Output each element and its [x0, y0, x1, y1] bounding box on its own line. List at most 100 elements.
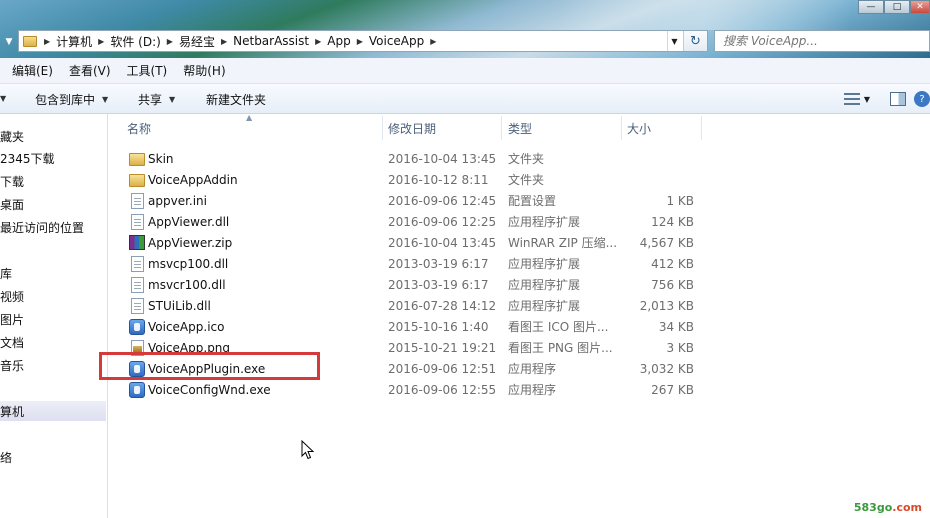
breadcrumb-yijingbao[interactable]: 易经宝 — [176, 31, 218, 51]
file-size: 4,567 KB — [639, 235, 694, 250]
nav-item-computer[interactable]: 算机 — [0, 401, 106, 421]
share-label: 共享 — [138, 92, 163, 107]
file-row-voiceapp-png[interactable]: VoiceApp.png 2015-10-21 19:21 看图王 PNG 图片… — [109, 337, 930, 358]
refresh-icon[interactable]: ↻ — [683, 31, 707, 51]
breadcrumb-computer[interactable]: 计算机 — [53, 31, 95, 51]
column-divider[interactable] — [621, 116, 622, 140]
column-header-name[interactable]: 名称 — [127, 114, 377, 142]
nav-item-2345-downloads[interactable]: 2345下载 — [0, 148, 55, 168]
column-header-date[interactable]: 修改日期 — [388, 114, 498, 142]
file-row-msvcr100-dll[interactable]: msvcr100.dll 2013-03-19 6:17 应用程序扩展 756 … — [109, 274, 930, 295]
file-row-voiceappplugin-exe[interactable]: VoiceAppPlugin.exe 2016-09-06 12:51 应用程序… — [109, 358, 930, 379]
chevron-right-icon[interactable]: ▶ — [95, 37, 107, 46]
nav-item-network[interactable]: 络 — [0, 447, 12, 467]
file-date: 2016-09-06 12:45 — [388, 193, 497, 208]
chevron-right-icon[interactable]: ▶ — [218, 37, 230, 46]
chevron-right-icon[interactable]: ▶ — [427, 37, 439, 46]
file-size: 3 KB — [666, 340, 694, 355]
file-date: 2013-03-19 6:17 — [388, 256, 489, 271]
file-row-voiceapp-ico[interactable]: VoiceApp.ico 2015-10-16 1:40 看图王 ICO 图片.… — [109, 316, 930, 337]
file-size: 1 KB — [666, 193, 694, 208]
dll-file-icon — [131, 255, 144, 272]
nav-item-music[interactable]: 音乐 — [0, 355, 24, 375]
menu-view[interactable]: 查看(V) — [61, 58, 119, 84]
address-dropdown-icon[interactable]: ▼ — [667, 31, 681, 51]
file-name: msvcr100.dll — [129, 274, 379, 295]
file-name: VoiceAppAddin — [129, 169, 379, 190]
file-row-msvcp100-dll[interactable]: msvcp100.dll 2013-03-19 6:17 应用程序扩展 412 … — [109, 253, 930, 274]
chevron-right-icon[interactable]: ▶ — [312, 37, 324, 46]
file-name: Skin — [129, 148, 379, 169]
file-date: 2016-10-04 13:45 — [388, 151, 497, 166]
column-divider[interactable] — [701, 116, 702, 140]
new-folder-button[interactable]: 新建文件夹 — [206, 87, 266, 111]
nav-item-libraries[interactable]: 库 — [0, 263, 12, 283]
menu-bar: 编辑(E) 查看(V) 工具(T) 帮助(H) — [0, 58, 930, 84]
file-type: 配置设置 — [508, 194, 557, 208]
file-row-appviewer-zip[interactable]: AppViewer.zip 2016-10-04 13:45 WinRAR ZI… — [109, 232, 930, 253]
nav-item-videos[interactable]: 视频 — [0, 286, 24, 306]
close-button[interactable]: ✕ — [910, 0, 930, 14]
share-button[interactable]: 共享 ▼ — [138, 87, 175, 111]
navigation-pane: 藏夹 2345下载 下载 桌面 最近访问的位置 库 视频 图片 文档 音乐 算机… — [0, 114, 108, 518]
menu-tools[interactable]: 工具(T) — [119, 58, 176, 84]
search-box[interactable] — [714, 30, 930, 52]
chevron-right-icon[interactable]: ▶ — [41, 37, 53, 46]
file-row-stuilib-dll[interactable]: STUiLib.dll 2016-07-28 14:12 应用程序扩展 2,01… — [109, 295, 930, 316]
mouse-cursor-icon — [301, 440, 315, 460]
folder-icon — [23, 35, 37, 47]
breadcrumb-netbarassist[interactable]: NetbarAssist — [230, 31, 312, 51]
nav-item-desktop[interactable]: 桌面 — [0, 194, 24, 214]
view-options-icon[interactable] — [843, 93, 860, 105]
nav-item-pictures[interactable]: 图片 — [0, 309, 24, 329]
help-icon[interactable]: ? — [914, 91, 930, 107]
file-type: WinRAR ZIP 压缩... — [508, 236, 618, 250]
breadcrumb-voiceapp[interactable]: VoiceApp — [366, 31, 427, 51]
nav-item-documents[interactable]: 文档 — [0, 332, 24, 352]
breadcrumb-drive-d[interactable]: 软件 (D:) — [107, 31, 163, 51]
file-name: VoiceAppPlugin.exe — [129, 358, 379, 379]
file-row-appviewer-dll[interactable]: AppViewer.dll 2016-09-06 12:25 应用程序扩展 12… — [109, 211, 930, 232]
file-size: 412 KB — [651, 256, 694, 271]
file-row-voiceconfigwnd-exe[interactable]: VoiceConfigWnd.exe 2016-09-06 12:55 应用程序… — [109, 379, 930, 400]
watermark: 583go.com — [853, 501, 922, 514]
toolbar: ▼ 包含到库中 ▼ 共享 ▼ 新建文件夹 ▼ ? — [0, 84, 930, 114]
file-row-voiceappaddin[interactable]: VoiceAppAddin 2016-10-12 8:11 文件夹 — [109, 169, 930, 190]
maximize-button[interactable]: □ — [884, 0, 910, 14]
organize-caret-icon[interactable]: ▼ — [0, 94, 6, 103]
file-date: 2015-10-16 1:40 — [388, 319, 489, 334]
recent-pages-chevron-icon[interactable]: ▼ — [0, 33, 18, 51]
file-type: 文件夹 — [508, 152, 545, 166]
column-divider[interactable] — [501, 116, 502, 140]
nav-item-favorites[interactable]: 藏夹 — [0, 126, 24, 146]
preview-pane-icon[interactable] — [890, 92, 906, 106]
menu-help[interactable]: 帮助(H) — [175, 58, 233, 84]
file-size: 34 KB — [658, 319, 694, 334]
minimize-button[interactable]: — — [858, 0, 884, 14]
search-input[interactable] — [715, 31, 929, 51]
file-date: 2013-03-19 6:17 — [388, 277, 489, 292]
png-image-icon — [131, 339, 144, 356]
chevron-down-icon[interactable]: ▼ — [864, 95, 870, 104]
file-type: 应用程序 — [508, 362, 557, 376]
nav-item-recent-places[interactable]: 最近访问的位置 — [0, 217, 84, 237]
chevron-right-icon[interactable]: ▶ — [164, 37, 176, 46]
file-date: 2016-10-04 13:45 — [388, 235, 497, 250]
file-row-appver-ini[interactable]: appver.ini 2016-09-06 12:45 配置设置 1 KB — [109, 190, 930, 211]
file-row-skin[interactable]: Skin 2016-10-04 13:45 文件夹 — [109, 148, 930, 169]
breadcrumb-app[interactable]: App — [324, 31, 353, 51]
chevron-right-icon[interactable]: ▶ — [354, 37, 366, 46]
file-size: 267 KB — [651, 382, 694, 397]
toolbar-right: ▼ ? — [843, 84, 930, 114]
address-bar[interactable]: ▶ 计算机 ▶ 软件 (D:) ▶ 易经宝 ▶ NetbarAssist ▶ A… — [18, 30, 708, 52]
dll-file-icon — [131, 297, 144, 314]
menu-edit[interactable]: 编辑(E) — [0, 58, 61, 84]
nav-item-downloads[interactable]: 下载 — [0, 171, 24, 191]
file-date: 2016-09-06 12:55 — [388, 382, 497, 397]
column-header-type[interactable]: 类型 — [508, 114, 618, 142]
column-header-size[interactable]: 大小 — [627, 114, 697, 142]
include-in-library-button[interactable]: 包含到库中 ▼ — [35, 87, 108, 111]
column-divider[interactable] — [382, 116, 383, 140]
winrar-archive-icon — [129, 235, 145, 250]
dll-file-icon — [131, 276, 144, 293]
